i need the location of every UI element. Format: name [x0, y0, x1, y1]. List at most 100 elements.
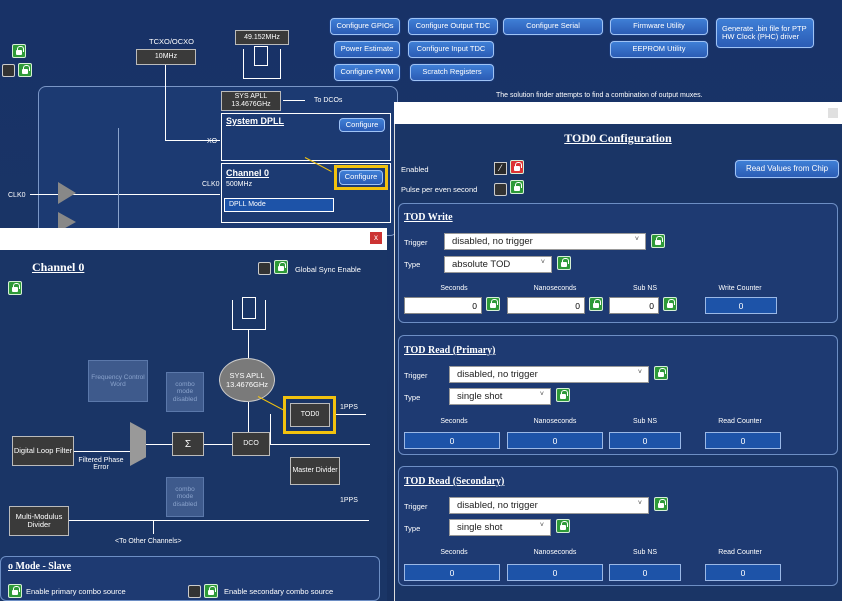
digital-loop-filter-block[interactable]: Digital Loop Filter: [12, 436, 74, 466]
tod-read-secondary-title: TOD Read (Secondary): [404, 476, 505, 487]
primary-combo-lock-icon[interactable]: [8, 584, 22, 598]
write-type-lock-icon[interactable]: [557, 256, 571, 270]
read2-type-label: Type: [404, 524, 421, 533]
clk0-label: CLK0: [202, 181, 220, 188]
to-dcos-arrow: [283, 100, 305, 101]
configure-pwm-button[interactable]: Configure PWM: [334, 64, 400, 81]
tod0-block[interactable]: TOD0: [290, 403, 330, 427]
crystal-body-channel: [242, 297, 256, 319]
read1-trigger-label: Trigger: [404, 371, 428, 380]
vline-left: [118, 128, 119, 228]
read2-type-select[interactable]: single shot ˅: [449, 519, 551, 536]
write-col-seconds: Seconds: [440, 285, 468, 292]
pulse-lock-icon[interactable]: [510, 180, 524, 194]
write-col-counter: Write Counter: [718, 285, 762, 292]
channel-window-close-icon[interactable]: x: [370, 232, 382, 244]
write-subns-lock-icon[interactable]: [663, 297, 677, 311]
pps2-label: 1PPS: [340, 497, 358, 504]
combo-title: o Mode - Slave: [8, 561, 72, 572]
channel0-title: Channel 0: [226, 168, 270, 178]
configure-output-tdc-button[interactable]: Configure Output TDC: [408, 18, 498, 35]
write-type-select[interactable]: absolute TOD ˅: [444, 256, 552, 273]
tod-window-close-icon[interactable]: [828, 108, 838, 118]
write-ns-input[interactable]: 0: [507, 297, 585, 314]
to-other-label: <To Other Channels>: [115, 538, 182, 545]
read1-trigger-lock-icon[interactable]: [654, 366, 668, 380]
global-sync-label: Global Sync Enable: [295, 265, 361, 274]
read1-type-lock-icon[interactable]: [556, 388, 570, 402]
multimod-line: [69, 520, 369, 521]
read2-ns-value: 0: [507, 564, 603, 581]
freq-box: 49.152MHz: [235, 30, 289, 45]
global-sync-lock-icon[interactable]: [274, 260, 288, 274]
global-sync-checkbox[interactable]: [258, 262, 271, 275]
read2-type-lock-icon[interactable]: [556, 519, 570, 533]
read2-trigger-lock-icon[interactable]: [654, 497, 668, 511]
read2-trigger-select[interactable]: disabled, no trigger ˅: [449, 497, 649, 514]
tcxo-button[interactable]: 10MHz: [136, 49, 196, 65]
write-col-ns: Nanoseconds: [533, 285, 577, 292]
configure-serial-button[interactable]: Configure Serial: [503, 18, 603, 35]
read1-col-subns: Sub NS: [632, 418, 658, 425]
write-type-label: Type: [404, 260, 421, 269]
frequency-control-word-box: Frequency Control Word: [88, 360, 148, 402]
read1-counter-value: 0: [705, 432, 781, 449]
loop-line: [74, 451, 130, 452]
channel-title: Channel 0: [32, 260, 85, 274]
combo-mode-disabled-box-2: combo mode disabled: [166, 477, 204, 517]
enabled-lock-icon[interactable]: [510, 160, 524, 174]
sigma-to-dco: [204, 444, 232, 445]
read1-trigger-select[interactable]: disabled, no trigger ˅: [449, 366, 649, 383]
read1-subns-value: 0: [609, 432, 681, 449]
read1-type-select[interactable]: single shot ˅: [449, 388, 551, 405]
channel-lock-icon[interactable]: [8, 281, 22, 295]
read1-col-counter: Read Counter: [718, 418, 762, 425]
tcxo-label: TCXO/OCXO: [149, 37, 195, 46]
read2-col-seconds: Seconds: [440, 549, 468, 556]
sys-apll-circle: SYS APLL 13.4676GHz: [219, 358, 275, 402]
power-estimate-button[interactable]: Power Estimate: [334, 41, 400, 58]
pulse-label: Pulse per even second: [401, 185, 478, 194]
vline1: [165, 65, 166, 140]
multi-modulus-divider-block[interactable]: Multi-Modulus Divider: [9, 506, 69, 536]
lock-icon-top2[interactable]: [18, 63, 32, 77]
tod-read-primary-title: TOD Read (Primary): [404, 345, 496, 356]
write-subns-input[interactable]: 0: [609, 297, 659, 314]
scratch-registers-button[interactable]: Scratch Registers: [410, 64, 494, 81]
buffer-triangle: [58, 182, 76, 204]
read1-type-label: Type: [404, 393, 421, 402]
read2-counter-value: 0: [705, 564, 781, 581]
system-dpll-configure-button[interactable]: Configure: [339, 118, 385, 132]
eeprom-utility-button[interactable]: EEPROM Utility: [610, 41, 708, 58]
channel0-freq: 500MHz: [226, 181, 253, 188]
enabled-edit-icon[interactable]: ⁄: [494, 162, 507, 175]
write-seconds-lock-icon[interactable]: [486, 297, 500, 311]
write-seconds-input[interactable]: 0: [404, 297, 482, 314]
clk0-left-label: CLK0: [8, 192, 26, 199]
finder-text: The solution finder attempts to find a c…: [496, 92, 703, 99]
pps1-line: [336, 414, 366, 415]
write-trigger-select[interactable]: disabled, no trigger ˅: [444, 233, 646, 250]
read1-col-seconds: Seconds: [440, 418, 468, 425]
read2-col-subns: Sub NS: [632, 549, 658, 556]
tod-window-titlebar: [394, 102, 842, 124]
secondary-combo-checkbox[interactable]: [188, 585, 201, 598]
write-ns-lock-icon[interactable]: [589, 297, 603, 311]
checkbox-top[interactable]: [2, 64, 15, 77]
write-trigger-lock-icon[interactable]: [651, 234, 665, 248]
channel0-configure-button[interactable]: Configure: [339, 170, 383, 185]
secondary-combo-lock-icon[interactable]: [204, 584, 218, 598]
pulse-checkbox[interactable]: [494, 183, 507, 196]
configure-input-tdc-button[interactable]: Configure Input TDC: [408, 41, 494, 58]
sigma-block: Σ: [172, 432, 204, 456]
firmware-utility-button[interactable]: Firmware Utility: [610, 18, 708, 35]
read-values-button[interactable]: Read Values from Chip: [735, 160, 839, 178]
system-dpll-title: System DPLL: [226, 116, 285, 126]
lock-icon-top1[interactable]: [12, 44, 26, 58]
mux-to-sigma: [146, 444, 172, 445]
xo-label: XO: [207, 138, 218, 145]
generate-bin-button[interactable]: Generate .bin file for PTP HW Clock (PHC…: [716, 18, 814, 48]
filtered-label: Filtered Phase Error: [78, 457, 124, 471]
vline-sysapll-dco: [248, 402, 249, 432]
configure-gpios-button[interactable]: Configure GPIOs: [330, 18, 400, 35]
